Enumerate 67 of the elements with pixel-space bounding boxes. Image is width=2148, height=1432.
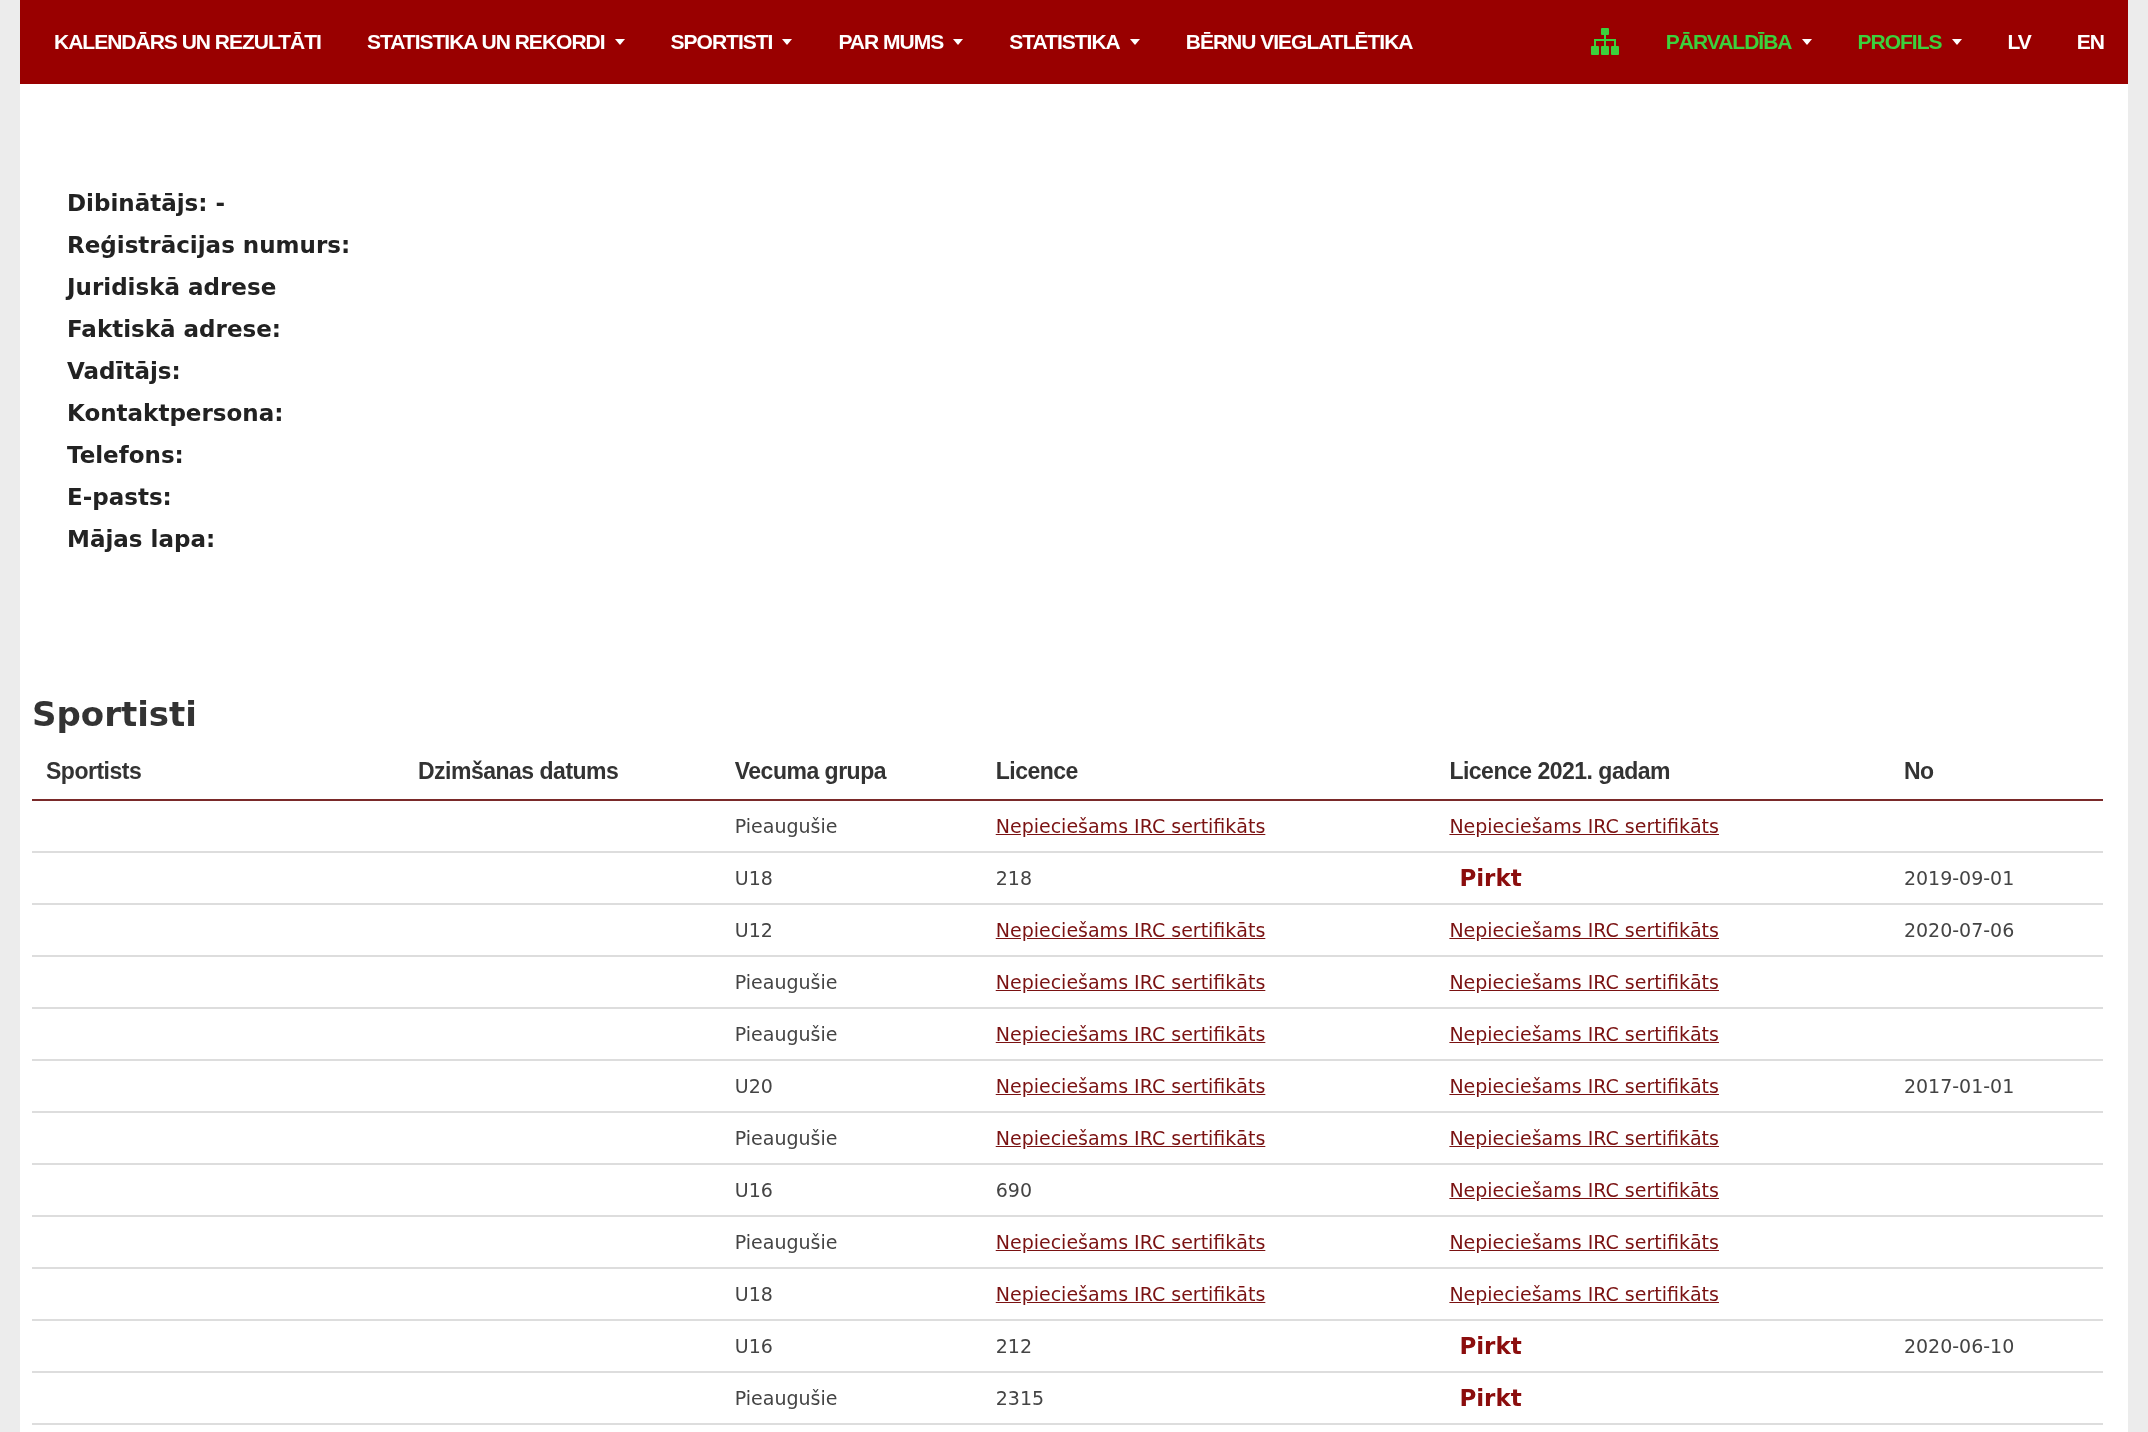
table-cell: 2020-07-06 [1889,904,2103,956]
info-label: E-pasts: [67,483,173,512]
sitemap-icon[interactable] [1589,28,1620,56]
certificate-link[interactable]: Nepieciešams IRC sertifikāts [1449,1127,1719,1149]
section-title: Sportisti [32,694,198,734]
info-label: Juridiskā adrese [67,273,278,302]
table-cell: U12 [720,904,982,956]
table-cell: U16 [720,1164,982,1216]
certificate-link[interactable]: Nepieciešams IRC sertifikāts [995,971,1266,993]
table-cell: Pieaugušie [720,1112,982,1164]
nav-link[interactable]: EN [2076,30,2104,54]
buy-link[interactable]: Pirkt [1449,1385,1522,1411]
licence-number: 212 [995,1335,1032,1357]
nav-link[interactable]: PĀRVALDĪBA [1665,30,1812,54]
table-cell: 2019-09-01 [1889,852,2103,904]
column-header: Dzimšanas datums [404,748,721,800]
certificate-link[interactable]: Nepieciešams IRC sertifikāts [1449,1179,1719,1201]
certificate-link[interactable]: Nepieciešams IRC sertifikāts [1449,1231,1719,1253]
certificate-link[interactable]: Nepieciešams IRC sertifikāts [995,1231,1266,1253]
nav-link[interactable]: SPORTISTI [670,30,793,54]
nav-link[interactable]: KALENDĀRS UN REZULTĀTI [54,30,321,54]
info-label: Mājas lapa: [67,525,217,554]
nav-link[interactable]: PROFILS [1857,30,1962,54]
certificate-link[interactable]: Nepieciešams IRC sertifikāts [995,1023,1266,1045]
buy-link[interactable]: Pirkt [1449,865,1522,891]
licence-number: 690 [995,1179,1032,1201]
table-cell: Pieaugušie [720,1008,982,1060]
column-header: Vecuma grupa [720,748,982,800]
certificate-link[interactable]: Nepieciešams IRC sertifikāts [1449,1023,1719,1045]
buy-link[interactable]: Pirkt [1449,1333,1522,1359]
info-label: Reģistrācijas numurs: [67,231,352,260]
certificate-link[interactable]: Nepieciešams IRC sertifikāts [995,1283,1266,1305]
column-header: Licence [981,748,1436,800]
nav-link[interactable]: BĒRNU VIEGLATLĒTIKA [1185,30,1413,54]
column-header: Licence 2021. gadam [1435,748,1890,800]
info-label: Dibinātājs: - [67,189,227,218]
table-cell: U18 [720,1268,982,1320]
table-cell: Pieaugušie [720,1372,982,1424]
info-label: Vadītājs: [67,357,182,386]
table-cell: U18 [720,852,982,904]
table-cell: Pieaugušie [720,800,982,852]
table-cell: Pieaugušie [720,956,982,1008]
certificate-link[interactable]: Nepieciešams IRC sertifikāts [995,1075,1266,1097]
certificate-link[interactable]: Nepieciešams IRC sertifikāts [1449,815,1719,837]
certificate-link[interactable]: Nepieciešams IRC sertifikāts [995,815,1266,837]
certificate-link[interactable]: Nepieciešams IRC sertifikāts [1449,919,1719,941]
licence-number: 2315 [995,1387,1045,1409]
nav-link[interactable]: LV [2007,30,2031,54]
table-cell: 2020-06-10 [1889,1320,2103,1372]
info-label: Faktiskā adrese: [67,315,282,344]
column-header: Sportists [32,748,404,800]
certificate-link[interactable]: Nepieciešams IRC sertifikāts [995,919,1266,941]
table-cell: Pieaugušie [720,1216,982,1268]
certificate-link[interactable]: Nepieciešams IRC sertifikāts [1449,1283,1719,1305]
column-header: No [1889,748,2103,800]
table-cell: U16 [720,1320,982,1372]
table-cell: U20 [720,1060,982,1112]
nav-link[interactable]: STATISTIKA [1009,30,1140,54]
nav-link[interactable]: PAR MUMS [838,30,964,54]
certificate-link[interactable]: Nepieciešams IRC sertifikāts [1449,1075,1719,1097]
table-cell: 2017-01-01 [1889,1060,2103,1112]
certificate-link[interactable]: Nepieciešams IRC sertifikāts [1449,971,1719,993]
nav-link[interactable]: STATISTIKA UN REKORDI [366,30,625,54]
info-label: Telefons: [67,441,185,470]
licence-number: 218 [995,867,1032,889]
info-label: Kontaktpersona: [67,399,285,428]
certificate-link[interactable]: Nepieciešams IRC sertifikāts [995,1127,1266,1149]
